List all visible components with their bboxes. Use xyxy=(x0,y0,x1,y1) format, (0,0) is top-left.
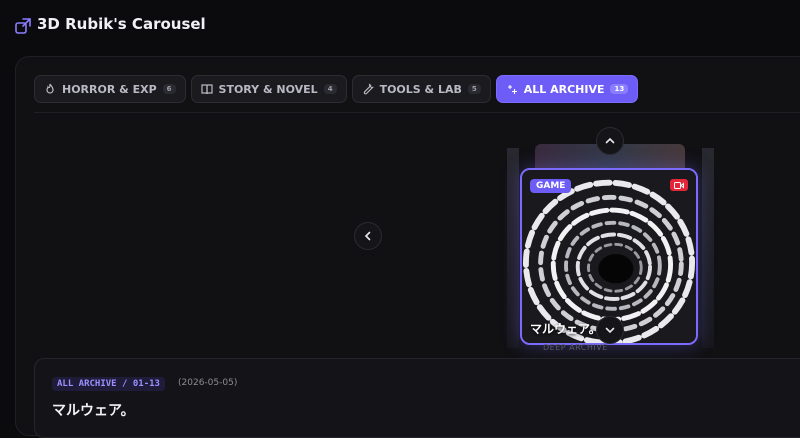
sparkles-icon xyxy=(507,85,517,94)
tabs-divider xyxy=(34,112,800,113)
wrench-icon xyxy=(363,83,374,95)
tab-label: ALL ARCHIVE xyxy=(523,82,605,96)
detail-title: マルウェア。 xyxy=(52,403,135,419)
category-tabs: HORROR & EXP 6 STORY & NOVEL 4 TOOLS & L… xyxy=(34,75,639,103)
chevron-left-icon xyxy=(364,231,371,241)
tab-count: 4 xyxy=(323,84,337,94)
breadcrumb: ALL ARCHIVE / 01-13 xyxy=(52,377,165,391)
chevron-down-icon xyxy=(605,327,615,334)
cube-side-left xyxy=(507,148,519,348)
app-header: 3D Rubik's Carousel xyxy=(0,0,800,52)
tab-label: TOOLS & LAB xyxy=(379,82,462,96)
tab-label: STORY & NOVEL xyxy=(218,82,318,96)
cube-link-icon xyxy=(15,18,31,34)
category-badge: GAME xyxy=(530,179,572,193)
tab-count: 5 xyxy=(467,84,481,94)
cube-side-right xyxy=(702,148,714,348)
app-title: 3D Rubik's Carousel xyxy=(37,15,206,33)
tab-story-novel[interactable]: STORY & NOVEL 4 xyxy=(190,75,347,103)
publish-date: (2026-05-05) xyxy=(178,378,238,388)
down-button[interactable] xyxy=(596,316,624,344)
tab-all-archive[interactable]: ALL ARCHIVE 13 xyxy=(495,75,639,103)
ghost-card-label: DEEP ARCHIVE xyxy=(543,343,608,352)
tab-label: HORROR & EXP xyxy=(62,82,157,96)
tab-count: 13 xyxy=(610,84,629,94)
chevron-up-icon xyxy=(605,137,615,144)
prev-button[interactable] xyxy=(354,222,382,250)
tab-horror-exp[interactable]: HORROR & EXP 6 xyxy=(34,75,186,103)
tab-tools-lab[interactable]: TOOLS & LAB 5 xyxy=(351,75,491,103)
book-icon xyxy=(200,84,213,95)
flame-icon xyxy=(46,83,54,94)
up-button[interactable] xyxy=(596,127,624,155)
detail-panel xyxy=(34,358,800,438)
video-badge xyxy=(670,179,688,191)
card-title: マルウェア。 xyxy=(530,322,601,336)
video-icon xyxy=(674,181,684,189)
tab-count: 6 xyxy=(162,84,176,94)
